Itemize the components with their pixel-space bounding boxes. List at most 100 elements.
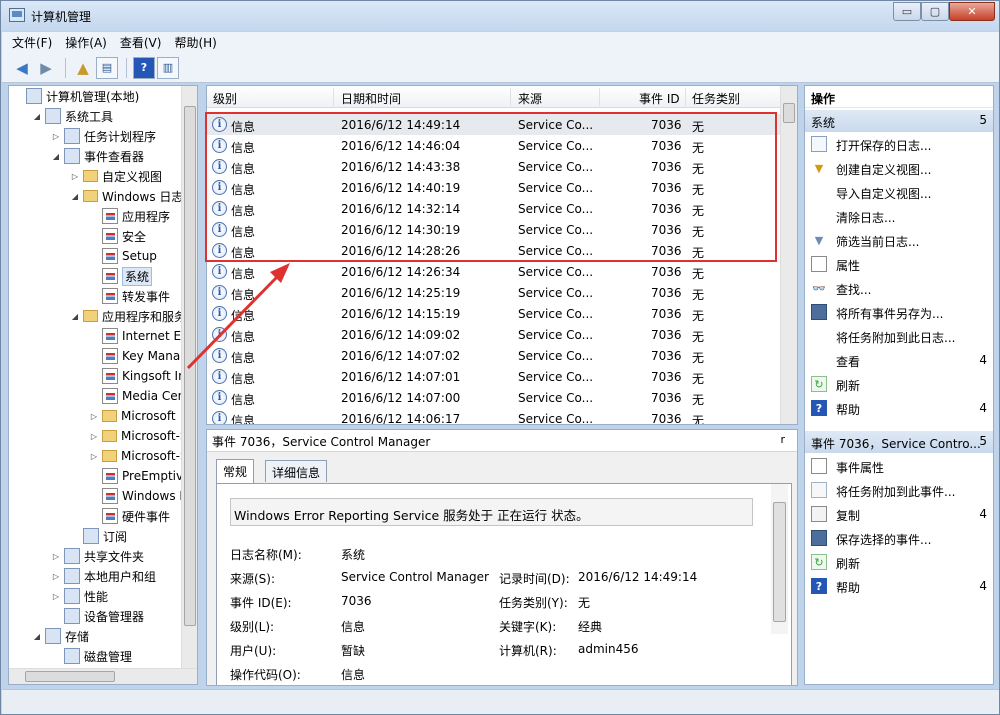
column-divider[interactable] bbox=[333, 88, 334, 106]
tree-item[interactable]: Key Manage bbox=[89, 346, 195, 366]
action-item[interactable]: 清除日志... bbox=[805, 205, 993, 227]
show-hide-action-pane-icon[interactable]: ▥ bbox=[157, 56, 179, 79]
tree-item[interactable]: 设备管理器 bbox=[51, 606, 144, 626]
tree-item[interactable]: ▷ 本地用户和组 bbox=[51, 566, 156, 586]
tree-item[interactable]: ▷ Microsoft-S bbox=[89, 446, 188, 466]
event-row[interactable]: i 信息 2016/6/12 14:07:01 Service Co... 7036 无 bbox=[207, 366, 781, 387]
tree-item[interactable]: 计算机管理(本地) bbox=[13, 86, 139, 106]
action-item[interactable]: ↻ 刷新 bbox=[805, 551, 993, 573]
tree-item[interactable]: 安全 bbox=[89, 226, 146, 246]
action-item[interactable]: 导入自定义视图... bbox=[805, 181, 993, 203]
close-button[interactable]: ✕ bbox=[949, 2, 995, 21]
tree-item[interactable]: ◢ 存储 bbox=[32, 626, 89, 646]
help-icon[interactable]: ? bbox=[133, 56, 155, 79]
action-item[interactable]: 将任务附加到此事件... bbox=[805, 479, 993, 501]
action-item[interactable]: ▼ 创建自定义视图... bbox=[805, 157, 993, 179]
expand-icon[interactable]: ▷ bbox=[51, 592, 61, 601]
scrollbar-thumb[interactable] bbox=[773, 502, 786, 622]
tree-item[interactable]: 订阅 bbox=[70, 526, 127, 546]
scrollbar-thumb[interactable] bbox=[25, 671, 115, 682]
tree-item[interactable]: ▷ Microsoft bbox=[89, 406, 176, 426]
expand-icon[interactable]: ▷ bbox=[51, 552, 61, 561]
tree-item[interactable]: Windows Po bbox=[89, 486, 194, 506]
pane-splitter[interactable] bbox=[198, 85, 204, 685]
collapse-icon[interactable]: ◢ bbox=[70, 192, 80, 201]
detail-scrollbar[interactable] bbox=[771, 484, 788, 634]
scrollbar-thumb[interactable] bbox=[184, 106, 196, 626]
column-level[interactable]: 级别 bbox=[213, 90, 237, 107]
tree-item[interactable]: Setup bbox=[89, 246, 157, 266]
tree-item[interactable]: ▷ Microsoft-S bbox=[89, 426, 188, 446]
tree-item[interactable]: 系统 bbox=[89, 266, 153, 286]
column-divider[interactable] bbox=[599, 88, 600, 106]
action-item[interactable]: 事件属性 bbox=[805, 455, 993, 477]
scrollbar-thumb[interactable] bbox=[783, 103, 795, 123]
event-row[interactable]: i 信息 2016/6/12 14:15:19 Service Co... 7036 无 bbox=[207, 303, 781, 324]
tree-item[interactable]: ◢ Windows 日志 bbox=[70, 186, 183, 206]
expand-icon[interactable]: ▷ bbox=[70, 172, 80, 181]
collapse-icon[interactable]: ◢ bbox=[32, 112, 42, 121]
action-item[interactable]: 属性 bbox=[805, 253, 993, 275]
tab-details[interactable]: 详细信息 bbox=[265, 460, 328, 482]
tree-item[interactable]: ◢ 系统工具 bbox=[32, 106, 113, 126]
column-divider[interactable] bbox=[685, 88, 686, 106]
actions-section-header[interactable]: 事件 7036，Service Contro... 5 bbox=[805, 431, 993, 453]
minimize-button[interactable]: ▭ bbox=[893, 2, 921, 21]
action-item[interactable]: ? 帮助 4 bbox=[805, 397, 993, 419]
menu-file[interactable]: 文件(F) bbox=[12, 34, 52, 51]
action-item[interactable]: 打开保存的日志... bbox=[805, 133, 993, 155]
tree-item[interactable]: Internet Exp bbox=[89, 326, 196, 346]
action-item[interactable]: 将所有事件另存为... bbox=[805, 301, 993, 323]
up-folder-icon[interactable]: ▲ bbox=[72, 57, 94, 79]
menu-view[interactable]: 查看(V) bbox=[120, 34, 162, 51]
action-item[interactable]: 👓 查找... bbox=[805, 277, 993, 299]
collapse-icon[interactable]: ◢ bbox=[32, 632, 42, 641]
expand-icon[interactable]: ▷ bbox=[51, 572, 61, 581]
action-item[interactable]: 将任务附加到此日志... bbox=[805, 325, 993, 347]
action-item[interactable]: 复制 4 bbox=[805, 503, 993, 525]
tree-vertical-scrollbar[interactable] bbox=[181, 86, 197, 669]
tree-item[interactable]: 转发事件 bbox=[89, 286, 170, 306]
forward-arrow-icon[interactable]: ▶ bbox=[35, 57, 57, 79]
menu-action[interactable]: 操作(A) bbox=[65, 34, 107, 51]
column-event-id[interactable]: 事件 ID bbox=[639, 90, 680, 107]
tree-item[interactable]: ▷ 性能 bbox=[51, 586, 108, 606]
tree-item[interactable]: 应用程序 bbox=[89, 206, 170, 226]
expand-icon[interactable]: ▷ bbox=[89, 412, 99, 421]
tree-item[interactable]: ◢ 应用程序和服务日 bbox=[70, 306, 197, 326]
tree-item[interactable]: 磁盘管理 bbox=[51, 646, 132, 666]
tab-general[interactable]: 常规 bbox=[216, 459, 255, 483]
event-row[interactable]: i 信息 2016/6/12 14:07:00 Service Co... 7036 无 bbox=[207, 387, 781, 408]
action-item[interactable]: 保存选择的事件... bbox=[805, 527, 993, 549]
actions-section-header[interactable]: 系统 5 bbox=[805, 110, 993, 132]
event-row[interactable]: i 信息 2016/6/12 14:09:02 Service Co... 7036 无 bbox=[207, 324, 781, 345]
collapse-icon[interactable]: ◢ bbox=[70, 312, 80, 321]
event-row[interactable]: i 信息 2016/6/12 14:25:19 Service Co... 7036 无 bbox=[207, 282, 781, 303]
detail-close-icon[interactable]: r bbox=[780, 433, 785, 446]
column-source[interactable]: 来源 bbox=[518, 90, 542, 107]
show-hide-tree-icon[interactable]: ▤ bbox=[96, 56, 118, 79]
action-item[interactable]: ↻ 刷新 bbox=[805, 373, 993, 395]
title-bar[interactable]: 计算机管理 ▭ ▢ ✕ bbox=[1, 1, 999, 31]
collapse-icon[interactable]: ◢ bbox=[51, 152, 61, 161]
expand-icon[interactable]: ▷ bbox=[89, 452, 99, 461]
tree-item[interactable]: ▷ 自定义视图 bbox=[70, 166, 162, 186]
tree-item[interactable]: 硬件事件 bbox=[89, 506, 170, 526]
event-description[interactable]: Windows Error Reporting Service 服务处于 正在运… bbox=[230, 498, 753, 526]
tree-item[interactable]: PreEmptive bbox=[89, 466, 191, 486]
tree-item[interactable]: ◢ 事件查看器 bbox=[51, 146, 144, 166]
action-item[interactable]: ? 帮助 4 bbox=[805, 575, 993, 597]
expand-icon[interactable]: ▷ bbox=[51, 132, 61, 141]
tree-item[interactable]: ▷ 任务计划程序 bbox=[51, 126, 156, 146]
event-row[interactable]: i 信息 2016/6/12 14:26:34 Service Co... 7036 无 bbox=[207, 261, 781, 282]
expand-icon[interactable]: ▷ bbox=[89, 432, 99, 441]
menu-help[interactable]: 帮助(H) bbox=[174, 34, 216, 51]
column-divider[interactable] bbox=[510, 88, 511, 106]
back-arrow-icon[interactable]: ◀ bbox=[11, 57, 33, 79]
action-item[interactable]: 查看 4 bbox=[805, 349, 993, 371]
action-item[interactable]: ▼ 筛选当前日志... bbox=[805, 229, 993, 251]
event-list-scrollbar[interactable] bbox=[780, 86, 797, 424]
tree-horizontal-scrollbar[interactable] bbox=[9, 668, 197, 684]
tree-item[interactable]: ▷ 共享文件夹 bbox=[51, 546, 144, 566]
maximize-button[interactable]: ▢ bbox=[921, 2, 949, 21]
